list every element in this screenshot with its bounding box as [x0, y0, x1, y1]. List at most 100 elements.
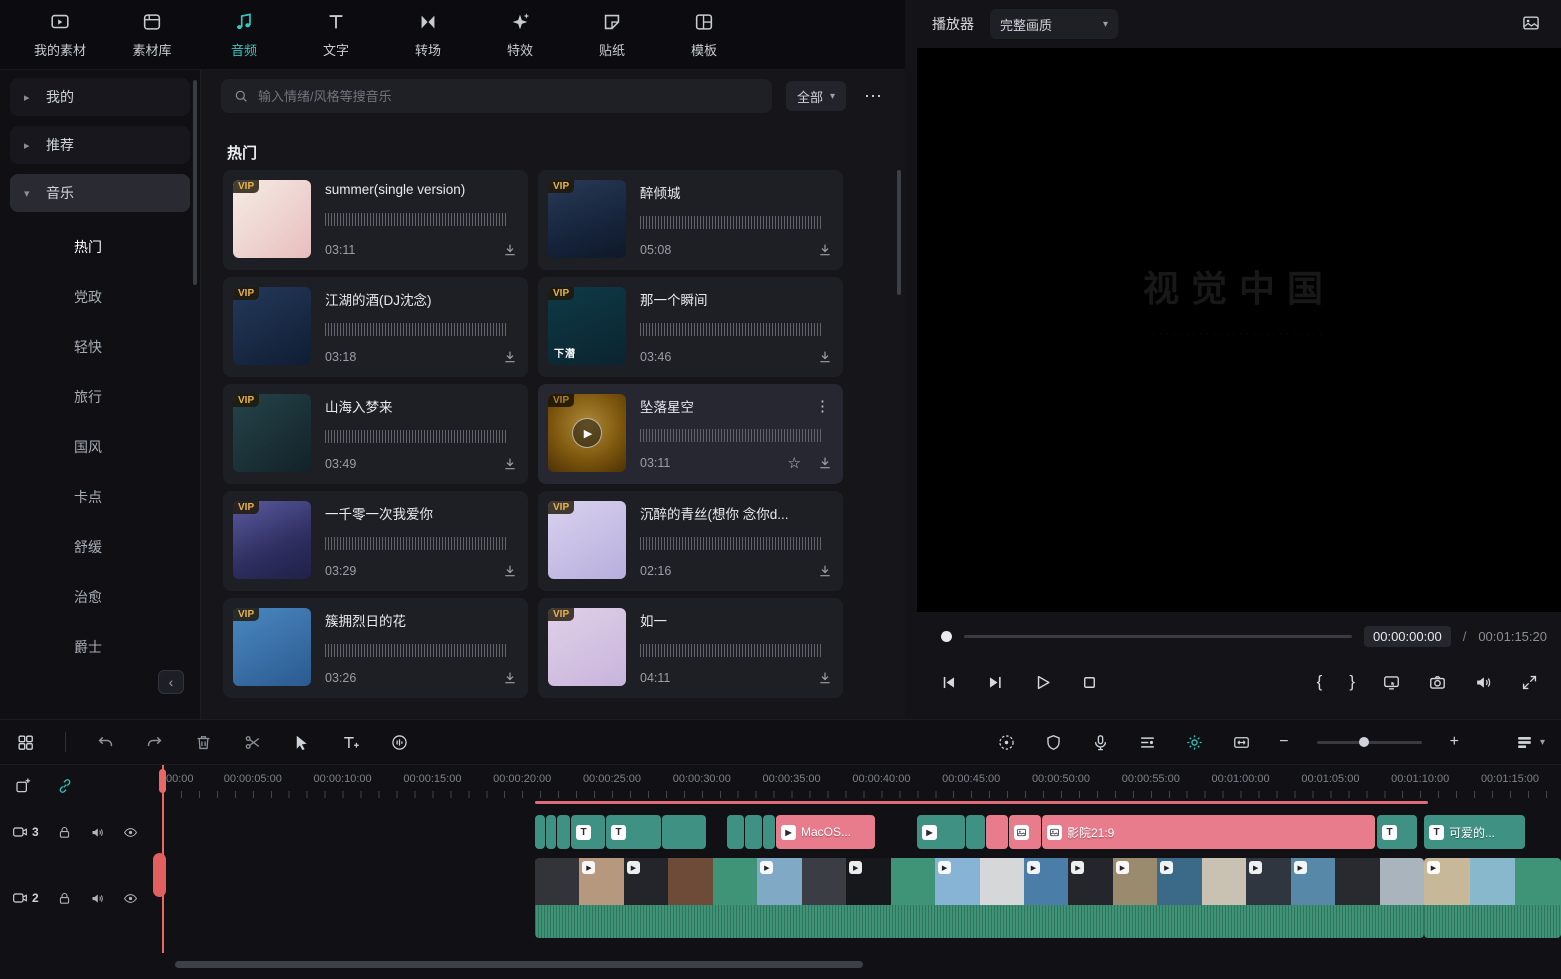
timeline-clip[interactable]: ▶	[917, 815, 965, 849]
top-tab-effects[interactable]: 特效	[474, 0, 566, 70]
top-tab-audio[interactable]: 音频	[198, 0, 290, 70]
audio-track-button[interactable]	[1138, 733, 1157, 752]
download-icon[interactable]	[502, 563, 518, 579]
auto-ripple-button[interactable]	[56, 777, 74, 795]
sidebar-group-mine[interactable]: ▸ 我的	[10, 78, 190, 116]
timeline-clip[interactable]	[535, 815, 545, 849]
song-card[interactable]: VIP ▶ 一千零一次我爱你 ⋮ 03:29 ☆	[223, 491, 528, 591]
download-icon[interactable]	[502, 456, 518, 472]
chevron-down-icon[interactable]: ▾	[1540, 737, 1545, 748]
download-icon[interactable]	[817, 455, 833, 471]
snapshot-button[interactable]	[1428, 673, 1447, 692]
timeline-clip[interactable]: T	[571, 815, 605, 849]
zoom-in-button[interactable]: +	[1450, 733, 1459, 751]
top-tab-my-media[interactable]: 我的素材	[14, 0, 106, 70]
more-options-icon[interactable]: ⋮	[812, 397, 833, 415]
stabilize-button[interactable]	[1044, 733, 1063, 752]
timeline-clip[interactable]	[763, 815, 775, 849]
song-card[interactable]: VIP ▶ 如一 ⋮ 04:11 ☆	[538, 598, 843, 698]
track-layout-button[interactable]	[1515, 733, 1534, 752]
play-button[interactable]	[1033, 673, 1052, 692]
sidebar-category-item[interactable]: 热门	[0, 222, 200, 272]
sidebar-group-music[interactable]: ▾ 音乐	[10, 174, 190, 212]
timeline-video-clip[interactable]: ▶▶▶▶▶▶▶▶▶▶▶	[535, 858, 1424, 938]
add-media-button[interactable]	[14, 777, 32, 795]
zoom-slider[interactable]	[1317, 741, 1422, 744]
download-icon[interactable]	[817, 242, 833, 258]
toggle-track-visibility-button[interactable]	[123, 825, 138, 840]
music-search-input[interactable]	[258, 89, 760, 104]
song-card[interactable]: VIP ▶ 簇拥烈日的花 ⋮ 03:26 ☆	[223, 598, 528, 698]
sidebar-category-item[interactable]: 旅行	[0, 372, 200, 422]
top-tab-transition[interactable]: 转场	[382, 0, 474, 70]
more-options-button[interactable]: ⋯	[860, 86, 886, 107]
music-filter-dropdown[interactable]: 全部 ▾	[786, 81, 846, 111]
timeline-clip[interactable]: ▶ MacOS...	[776, 815, 875, 849]
favorite-icon[interactable]: ☆	[788, 454, 801, 472]
play-overlay[interactable]: ▶	[548, 394, 626, 472]
top-tab-library[interactable]: 素材库	[106, 0, 198, 70]
download-icon[interactable]	[817, 563, 833, 579]
timeline-clip[interactable]	[1009, 815, 1041, 849]
download-icon[interactable]	[817, 670, 833, 686]
preview-frame-button[interactable]	[1521, 13, 1541, 36]
top-tab-template[interactable]: 模板	[658, 0, 750, 70]
ai-effects-button[interactable]	[997, 733, 1016, 752]
fit-timeline-button[interactable]	[1232, 733, 1251, 752]
top-tab-text[interactable]: 文字	[290, 0, 382, 70]
music-panel-scrollbar[interactable]	[897, 170, 901, 295]
mark-out-button[interactable]: }	[1349, 672, 1355, 692]
playhead-handle[interactable]	[153, 853, 166, 897]
song-card[interactable]: VIP ▶ 山海入梦来 ⋮ 03:49 ☆	[223, 384, 528, 484]
quality-dropdown[interactable]: 完整画质 ▾	[990, 9, 1118, 39]
lock-track-button[interactable]	[57, 825, 72, 840]
toggle-track-visibility-button[interactable]	[123, 891, 138, 906]
stop-button[interactable]	[1080, 673, 1099, 692]
song-card[interactable]: VIP ▶ 坠落星空 ⋮ 03:11 ☆	[538, 384, 843, 484]
split-button[interactable]	[243, 733, 262, 752]
mute-button[interactable]	[1474, 673, 1493, 692]
beat-detect-button[interactable]	[390, 733, 409, 752]
toolbox-button[interactable]	[16, 733, 35, 752]
timeline-clip[interactable]	[745, 815, 762, 849]
previous-frame-button[interactable]	[939, 673, 958, 692]
song-card[interactable]: VIP ▶ summer(single version) ⋮ 03:11 ☆	[223, 170, 528, 270]
playhead-cap[interactable]	[159, 769, 166, 793]
redo-button[interactable]	[145, 733, 164, 752]
sidebar-collapse-button[interactable]: ‹	[158, 670, 184, 694]
song-card[interactable]: VIP ▶ 江湖的酒(DJ沈念) ⋮ 03:18 ☆	[223, 277, 528, 377]
timeline-clip[interactable]: T	[1377, 815, 1417, 849]
sidebar-category-item[interactable]: 治愈	[0, 572, 200, 622]
timeline-horizontal-scrollbar[interactable]	[175, 961, 863, 968]
timeline-clip[interactable]: 影院21:9	[1042, 815, 1375, 849]
sidebar-category-item[interactable]: 爵士	[0, 622, 200, 672]
download-icon[interactable]	[502, 242, 518, 258]
top-tab-sticker[interactable]: 贴纸	[566, 0, 658, 70]
mute-track-button[interactable]	[90, 891, 105, 906]
sidebar-category-item[interactable]: 舒缓	[0, 522, 200, 572]
mark-in-button[interactable]: {	[1317, 672, 1323, 692]
zoom-out-button[interactable]: −	[1279, 733, 1288, 751]
sidebar-category-item[interactable]: 轻快	[0, 322, 200, 372]
download-icon[interactable]	[502, 349, 518, 365]
sidebar-category-item[interactable]: 党政	[0, 272, 200, 322]
select-tool-button[interactable]	[292, 733, 311, 752]
undo-button[interactable]	[96, 733, 115, 752]
sidebar-group-recommend[interactable]: ▸ 推荐	[10, 126, 190, 164]
fullscreen-button[interactable]	[1520, 673, 1539, 692]
mirror-display-button[interactable]	[1382, 673, 1401, 692]
music-search-box[interactable]	[221, 79, 772, 113]
play-icon[interactable]: ▶	[572, 418, 602, 448]
mute-track-button[interactable]	[90, 825, 105, 840]
download-icon[interactable]	[817, 349, 833, 365]
render-preview-button[interactable]	[1185, 733, 1204, 752]
sidebar-category-item[interactable]: 卡点	[0, 472, 200, 522]
lock-track-button[interactable]	[57, 891, 72, 906]
song-card[interactable]: VIP ▶ 醉倾城 ⋮ 05:08 ☆	[538, 170, 843, 270]
timeline-clip[interactable]	[557, 815, 570, 849]
download-icon[interactable]	[502, 670, 518, 686]
timeline-clip[interactable]: T 可爱的...	[1424, 815, 1525, 849]
delete-button[interactable]	[194, 733, 213, 752]
sidebar-category-item[interactable]: 国风	[0, 422, 200, 472]
timeline-clip[interactable]: T	[606, 815, 661, 849]
